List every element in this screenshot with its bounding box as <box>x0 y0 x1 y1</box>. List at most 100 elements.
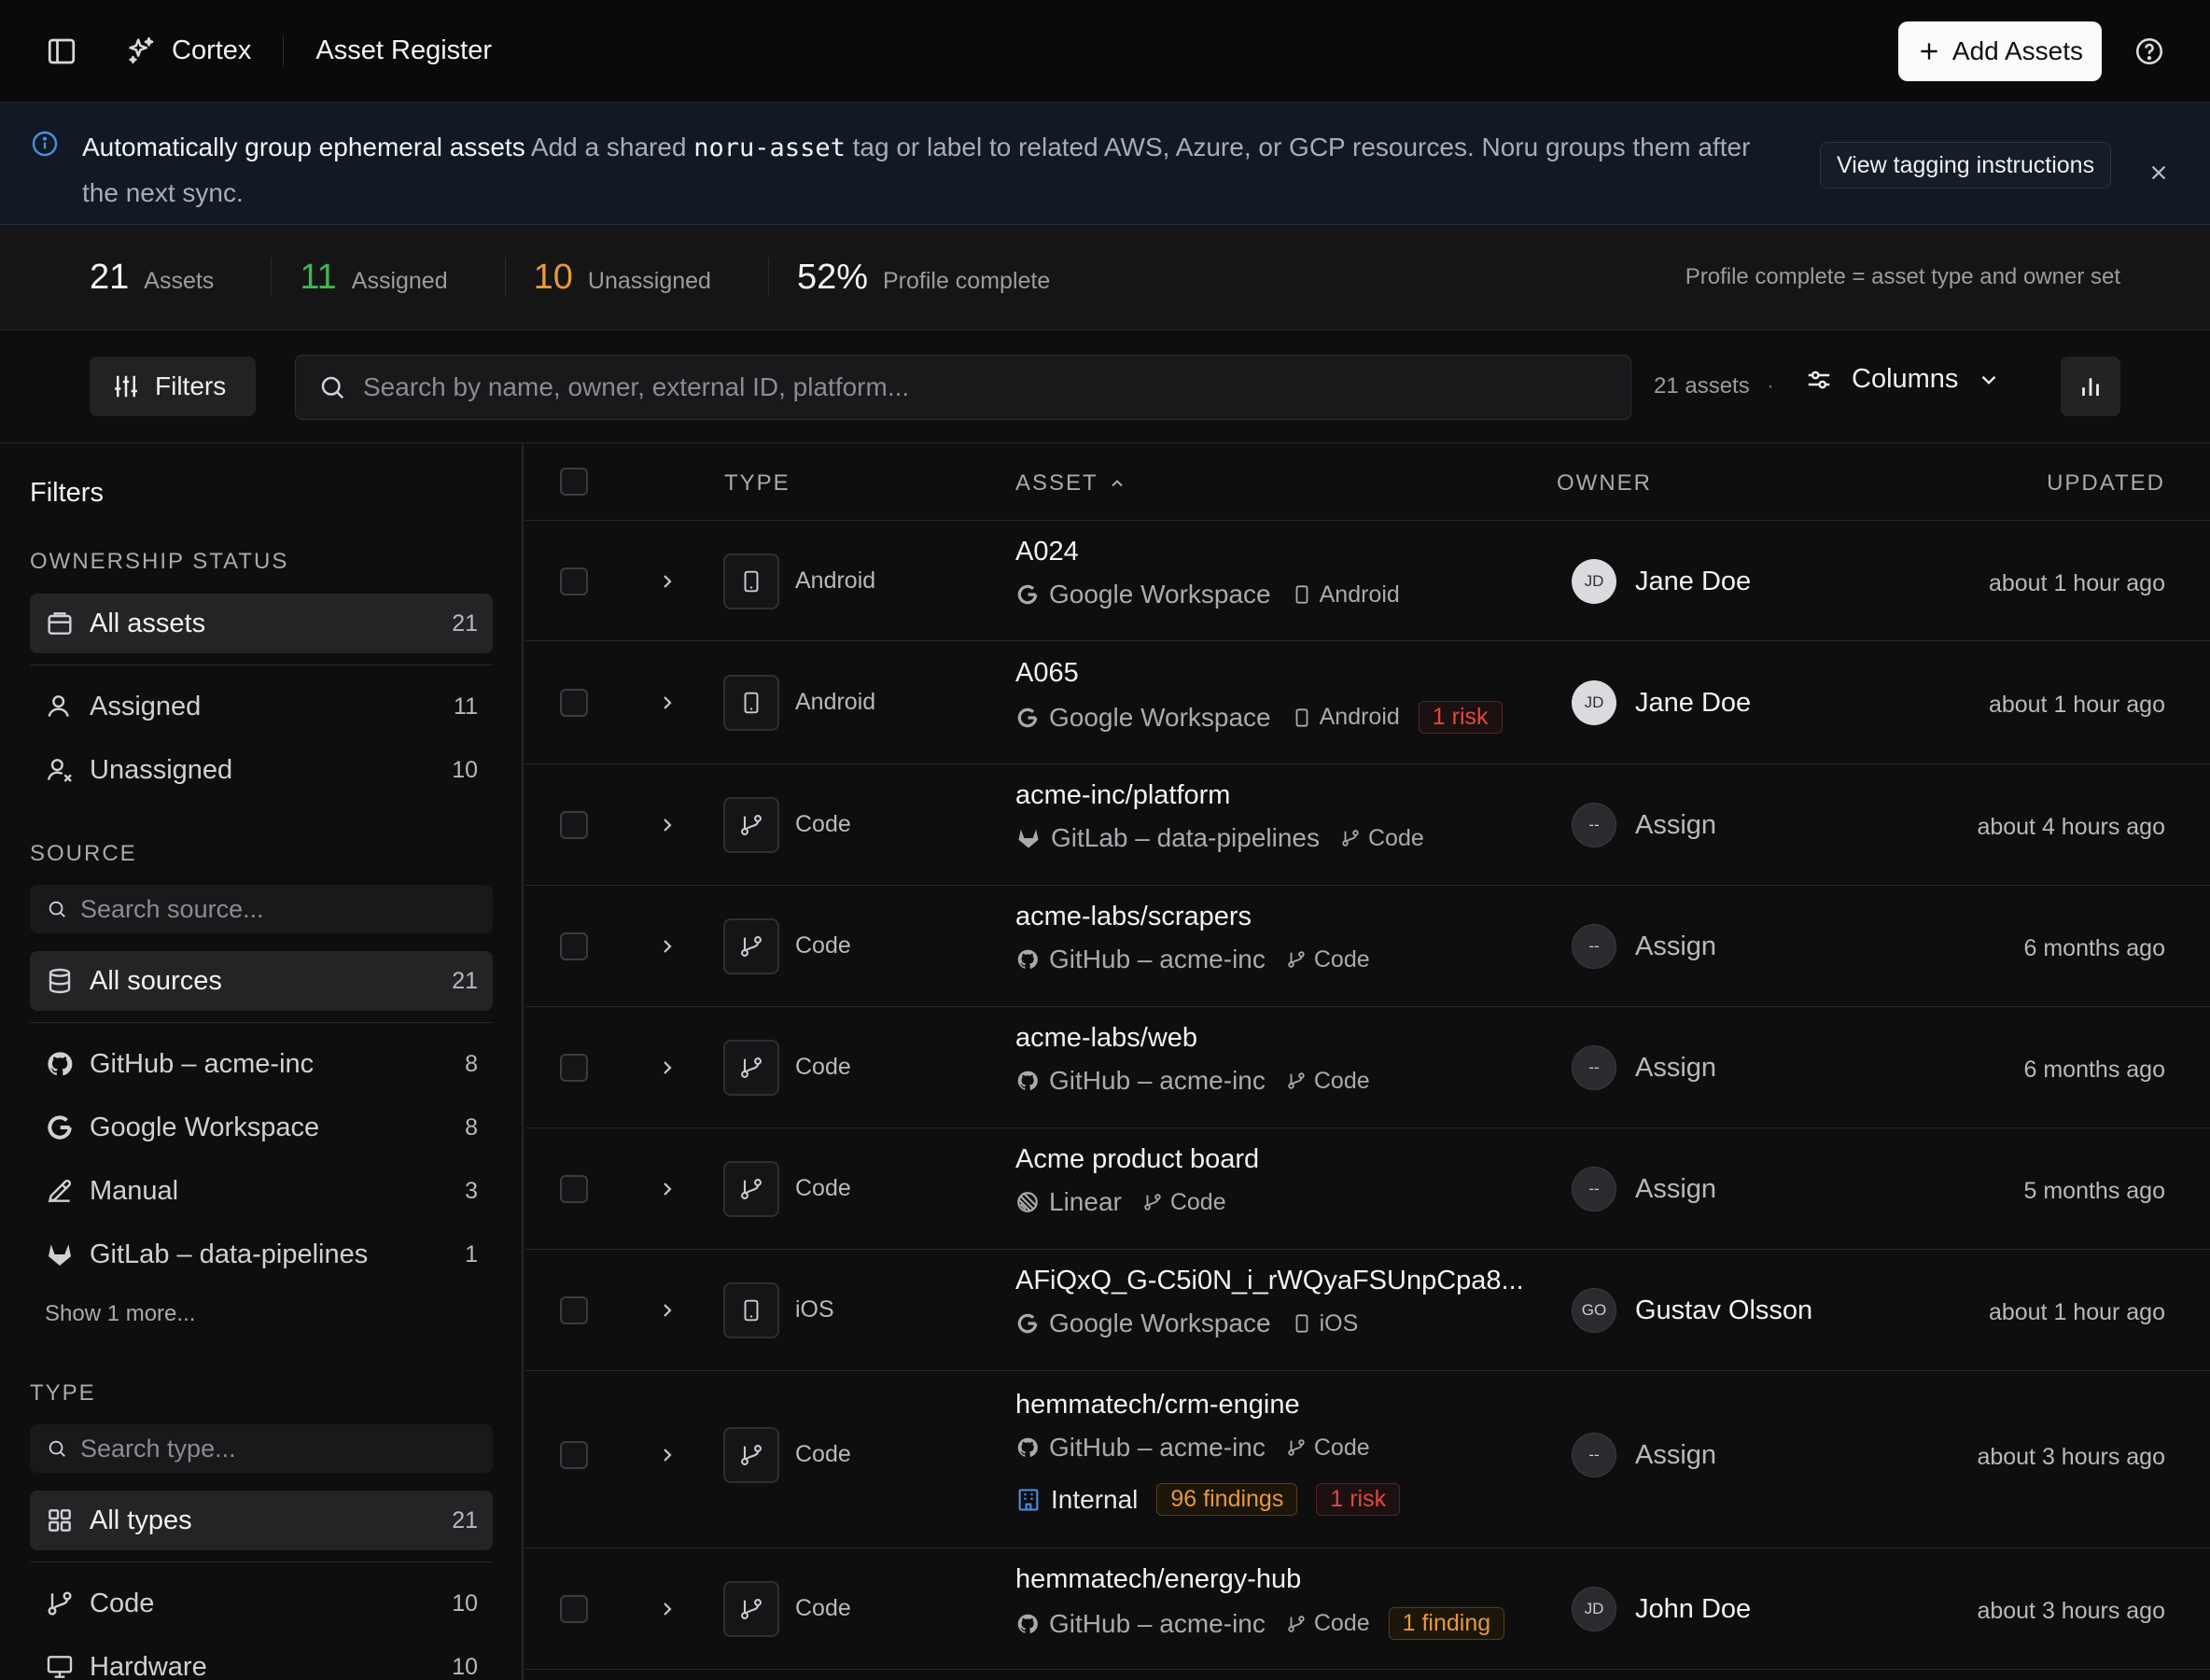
expand-chevron-icon[interactable] <box>656 1299 678 1322</box>
expand-chevron-icon[interactable] <box>656 570 678 593</box>
search-box[interactable] <box>295 355 1631 420</box>
assign-owner-button[interactable]: -- Assign <box>1572 924 1716 969</box>
updated-time: 5 months ago <box>2023 1178 2166 1204</box>
filter-type-hardware[interactable]: Hardware 10 <box>30 1637 493 1680</box>
asset-name[interactable]: hemmatech/energy-hub <box>1015 1564 1301 1595</box>
filter-assigned[interactable]: Assigned 11 <box>30 677 493 736</box>
row-checkbox[interactable] <box>560 1175 588 1203</box>
column-owner[interactable]: OWNER <box>1557 470 1652 497</box>
table-row[interactable]: Code acme-labs/web GitHub – acme-inc Code --… <box>525 1007 2210 1128</box>
table-row[interactable]: iOS AFiQxQ_G-C5i0N_i_rWQyaFSUnpCpa8... Goo… <box>525 1250 2210 1371</box>
findings-badge[interactable]: 1 finding <box>1388 1607 1505 1640</box>
table-header: TYPE ASSET OWNER UPDATED <box>525 444 2210 521</box>
asset-name[interactable]: Acme product board <box>1015 1144 1259 1175</box>
row-checkbox[interactable] <box>560 1054 588 1082</box>
owner-cell[interactable]: JD Jane Doe <box>1572 680 1751 725</box>
show-more-link[interactable]: Show 1 more... <box>45 1301 195 1327</box>
table-row[interactable]: Code Acme product board Linear Code -- Assign… <box>525 1128 2210 1250</box>
stats-bar: 21 Assets 11 Assigned 10 Unassigned 52% … <box>0 225 2210 330</box>
assign-owner-button[interactable]: -- Assign <box>1572 1433 1716 1477</box>
asset-name[interactable]: AFiQxQ_G-C5i0N_i_rWQyaFSUnpCpa8... <box>1015 1266 1524 1296</box>
row-checkbox[interactable] <box>560 1441 588 1469</box>
brand-name: Cortex <box>172 35 252 65</box>
row-checkbox[interactable] <box>560 932 588 960</box>
filters-button[interactable]: Filters <box>90 357 256 416</box>
expand-chevron-icon[interactable] <box>656 1598 678 1620</box>
row-checkbox[interactable] <box>560 1595 588 1623</box>
owner-cell[interactable]: GO Gustav Olsson <box>1572 1288 1812 1333</box>
asset-source: Google Workspace <box>1049 580 1271 609</box>
asset-type: Code <box>795 1441 851 1467</box>
filter-all-sources[interactable]: All sources 21 <box>30 951 493 1011</box>
filter-label: All sources <box>90 965 222 996</box>
filter-source-github[interactable]: GitHub – acme-inc 8 <box>30 1034 493 1094</box>
search-icon <box>49 901 65 917</box>
filter-unassigned[interactable]: Unassigned 10 <box>30 740 493 800</box>
column-asset[interactable]: ASSET <box>1015 470 1126 497</box>
sidebar-toggle-icon[interactable] <box>45 35 78 68</box>
filter-source-google[interactable]: Google Workspace 8 <box>30 1098 493 1157</box>
git-branch-icon <box>1286 1071 1307 1091</box>
columns-button[interactable]: Columns <box>1805 364 2001 395</box>
expand-chevron-icon[interactable] <box>656 692 678 714</box>
table-row[interactable]: Code acme-inc/platform GitLab – data-pipel… <box>525 764 2210 886</box>
gitlab-icon <box>1015 825 1042 851</box>
asset-name[interactable]: acme-inc/platform <box>1015 780 1230 811</box>
google-icon <box>1015 582 1040 607</box>
expand-chevron-icon[interactable] <box>656 814 678 836</box>
filter-all-assets[interactable]: All assets 21 <box>30 594 493 653</box>
stat-profile-complete: 52% Profile complete <box>797 258 1108 298</box>
expand-chevron-icon[interactable] <box>656 1057 678 1079</box>
row-checkbox[interactable] <box>560 811 588 839</box>
owner-cell[interactable]: JD Jane Doe <box>1572 559 1751 604</box>
asset-name[interactable]: acme-labs/scrapers <box>1015 902 1252 932</box>
row-checkbox[interactable] <box>560 567 588 595</box>
asset-name[interactable]: acme-labs/web <box>1015 1023 1197 1054</box>
select-all-checkbox[interactable] <box>560 468 588 496</box>
filter-source-gitlab[interactable]: GitLab – data-pipelines 1 <box>30 1225 493 1284</box>
expand-chevron-icon[interactable] <box>656 1444 678 1466</box>
column-updated[interactable]: UPDATED <box>2047 470 2165 497</box>
help-icon[interactable] <box>2133 35 2165 67</box>
table-row[interactable]: Android A024 Google Workspace Android JD Jane… <box>525 521 2210 641</box>
page-title: Asset Register <box>315 35 492 65</box>
risk-badge[interactable]: 1 risk <box>1418 701 1503 734</box>
expand-chevron-icon[interactable] <box>656 935 678 958</box>
brand[interactable]: Cortex <box>125 35 251 68</box>
table-row[interactable]: Android A065 Google Workspace Android 1 risk… <box>525 641 2210 764</box>
source-search-box[interactable] <box>30 885 493 933</box>
close-icon[interactable] <box>2148 162 2169 183</box>
filter-all-types[interactable]: All types 21 <box>30 1491 493 1550</box>
search-input[interactable] <box>363 372 1576 402</box>
assign-owner-button[interactable]: -- Assign <box>1572 1167 1716 1211</box>
asset-name[interactable]: A065 <box>1015 658 1079 689</box>
chart-toggle-button[interactable] <box>2061 357 2120 416</box>
table-row[interactable]: Code hemmatech/energy-hub GitHub – acme-in… <box>525 1548 2210 1670</box>
row-checkbox[interactable] <box>560 689 588 717</box>
filter-type-code[interactable]: Code 10 <box>30 1574 493 1633</box>
column-type[interactable]: TYPE <box>724 470 790 497</box>
filter-source-manual[interactable]: Manual 3 <box>30 1161 493 1221</box>
add-assets-button[interactable]: Add Assets <box>1897 21 2102 81</box>
type-search-input[interactable] <box>80 1434 454 1463</box>
divider <box>283 35 285 67</box>
expand-chevron-icon[interactable] <box>656 1178 678 1200</box>
findings-badge[interactable]: 96 findings <box>1156 1483 1298 1516</box>
assign-owner-button[interactable]: -- Assign <box>1572 1045 1716 1090</box>
asset-name[interactable]: A024 <box>1015 537 1079 567</box>
source-search-input[interactable] <box>80 894 454 924</box>
table-row[interactable]: Code acme-labs/scrapers GitHub – acme-inc C… <box>525 886 2210 1007</box>
asset-subtype-label: Code <box>1313 1067 1370 1094</box>
risk-badge[interactable]: 1 risk <box>1316 1483 1401 1516</box>
owner-name: Assign <box>1635 1173 1717 1204</box>
filter-label: All types <box>90 1505 192 1535</box>
owner-cell[interactable]: JD John Doe <box>1572 1587 1751 1631</box>
view-tagging-instructions-button[interactable]: View tagging instructions <box>1820 142 2112 189</box>
asset-name[interactable]: hemmatech/crm-engine <box>1015 1390 1300 1421</box>
table-row[interactable]: Code hemmatech/crm-engine GitHub – acme-in… <box>525 1371 2210 1548</box>
assign-owner-button[interactable]: -- Assign <box>1572 803 1716 847</box>
row-checkbox[interactable] <box>560 1296 588 1324</box>
pencil-icon <box>48 1179 72 1203</box>
asset-subtype-label: iOS <box>1319 1309 1359 1337</box>
type-search-box[interactable] <box>30 1424 493 1473</box>
